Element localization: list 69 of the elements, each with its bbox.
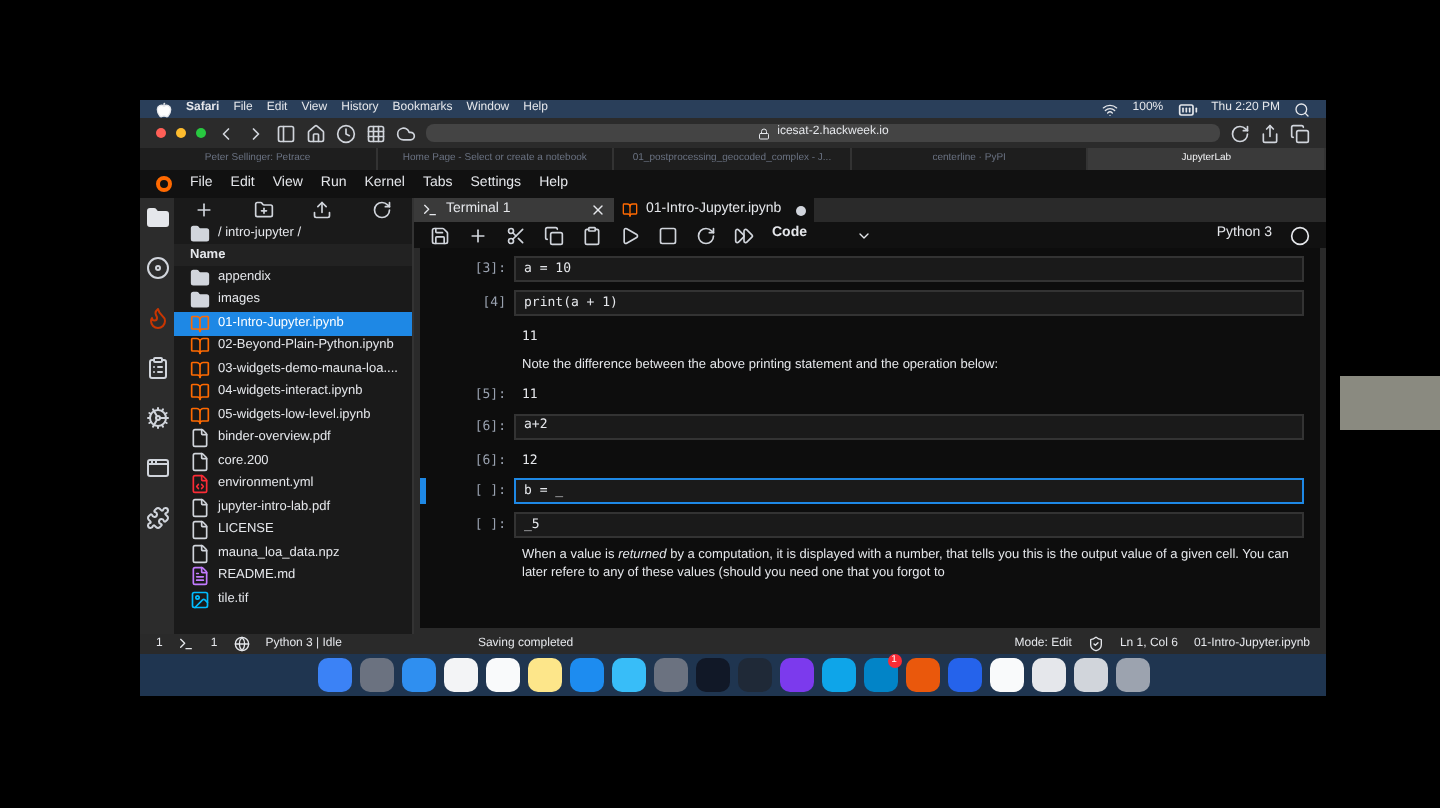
file-icon <box>190 428 210 449</box>
app-icon[interactable] <box>611 658 645 692</box>
terminal-icon <box>422 202 438 218</box>
folder-icon[interactable] <box>145 206 169 230</box>
text-file-icon <box>190 566 210 587</box>
reload-icon[interactable] <box>1230 123 1250 143</box>
commands-icon[interactable] <box>145 356 169 380</box>
extension-icon[interactable] <box>145 506 169 530</box>
lock-icon <box>757 127 770 139</box>
app-icon[interactable] <box>1031 658 1065 692</box>
app-icon[interactable] <box>1073 658 1107 692</box>
zoom-window-icon[interactable] <box>196 128 206 138</box>
history-icon[interactable] <box>336 123 356 143</box>
run-icon[interactable] <box>620 225 640 245</box>
running-icon[interactable] <box>145 256 169 280</box>
gear-icon[interactable] <box>145 406 169 430</box>
fast-forward-icon[interactable] <box>734 225 754 245</box>
flame-icon[interactable] <box>145 306 169 330</box>
file-icon <box>190 543 210 564</box>
apple-logo-icon <box>156 101 172 117</box>
close-window-icon[interactable] <box>156 128 166 138</box>
app-icon[interactable] <box>527 658 561 692</box>
app-icon[interactable] <box>485 658 519 692</box>
new-folder-icon[interactable] <box>253 200 274 220</box>
file-icon <box>190 520 210 541</box>
jupyter-logo-icon <box>156 176 172 192</box>
battery-icon <box>1177 99 1198 119</box>
plus-icon[interactable] <box>468 225 488 245</box>
globe-icon <box>233 636 250 652</box>
share-icon[interactable] <box>1260 123 1280 143</box>
folder-icon <box>190 267 210 288</box>
notebook-icon <box>622 202 638 218</box>
tabs-icon[interactable] <box>145 456 169 480</box>
stop-icon[interactable] <box>658 225 678 245</box>
wifi-icon <box>1102 101 1119 117</box>
upload-icon[interactable] <box>312 200 333 220</box>
file-icon <box>190 497 210 518</box>
plus-icon[interactable] <box>193 200 214 220</box>
save-icon[interactable] <box>430 225 450 245</box>
folder-icon <box>190 223 210 243</box>
home-icon[interactable] <box>306 123 326 143</box>
folder-icon <box>190 290 210 311</box>
app-icon[interactable] <box>989 658 1023 692</box>
notebook-icon <box>190 405 210 426</box>
app-icon[interactable] <box>443 658 477 692</box>
close-icon[interactable] <box>590 202 606 218</box>
sidebar-icon[interactable] <box>276 123 296 143</box>
file-icon <box>190 451 210 472</box>
cloud-icon[interactable] <box>396 123 416 143</box>
video-placeholder <box>1340 376 1440 430</box>
search-icon[interactable] <box>1294 101 1310 117</box>
shield-icon <box>1087 636 1104 652</box>
image-icon <box>190 589 210 610</box>
notebook-icon <box>190 359 210 380</box>
cut-icon[interactable] <box>506 225 526 245</box>
terminal-icon <box>178 636 195 652</box>
app-icon[interactable] <box>1115 658 1149 692</box>
notebook-icon <box>190 382 210 403</box>
restart-icon[interactable] <box>696 225 716 245</box>
notebook-icon <box>190 336 210 357</box>
notebook-icon <box>190 313 210 334</box>
refresh-icon[interactable] <box>372 200 393 220</box>
grid-icon[interactable] <box>366 123 386 143</box>
copy-icon[interactable] <box>544 225 564 245</box>
minimize-window-icon[interactable] <box>176 128 186 138</box>
code-file-icon <box>190 474 210 495</box>
tabs-icon[interactable] <box>1290 123 1310 143</box>
kernel-status-icon <box>1290 225 1310 245</box>
paste-icon[interactable] <box>582 225 602 245</box>
